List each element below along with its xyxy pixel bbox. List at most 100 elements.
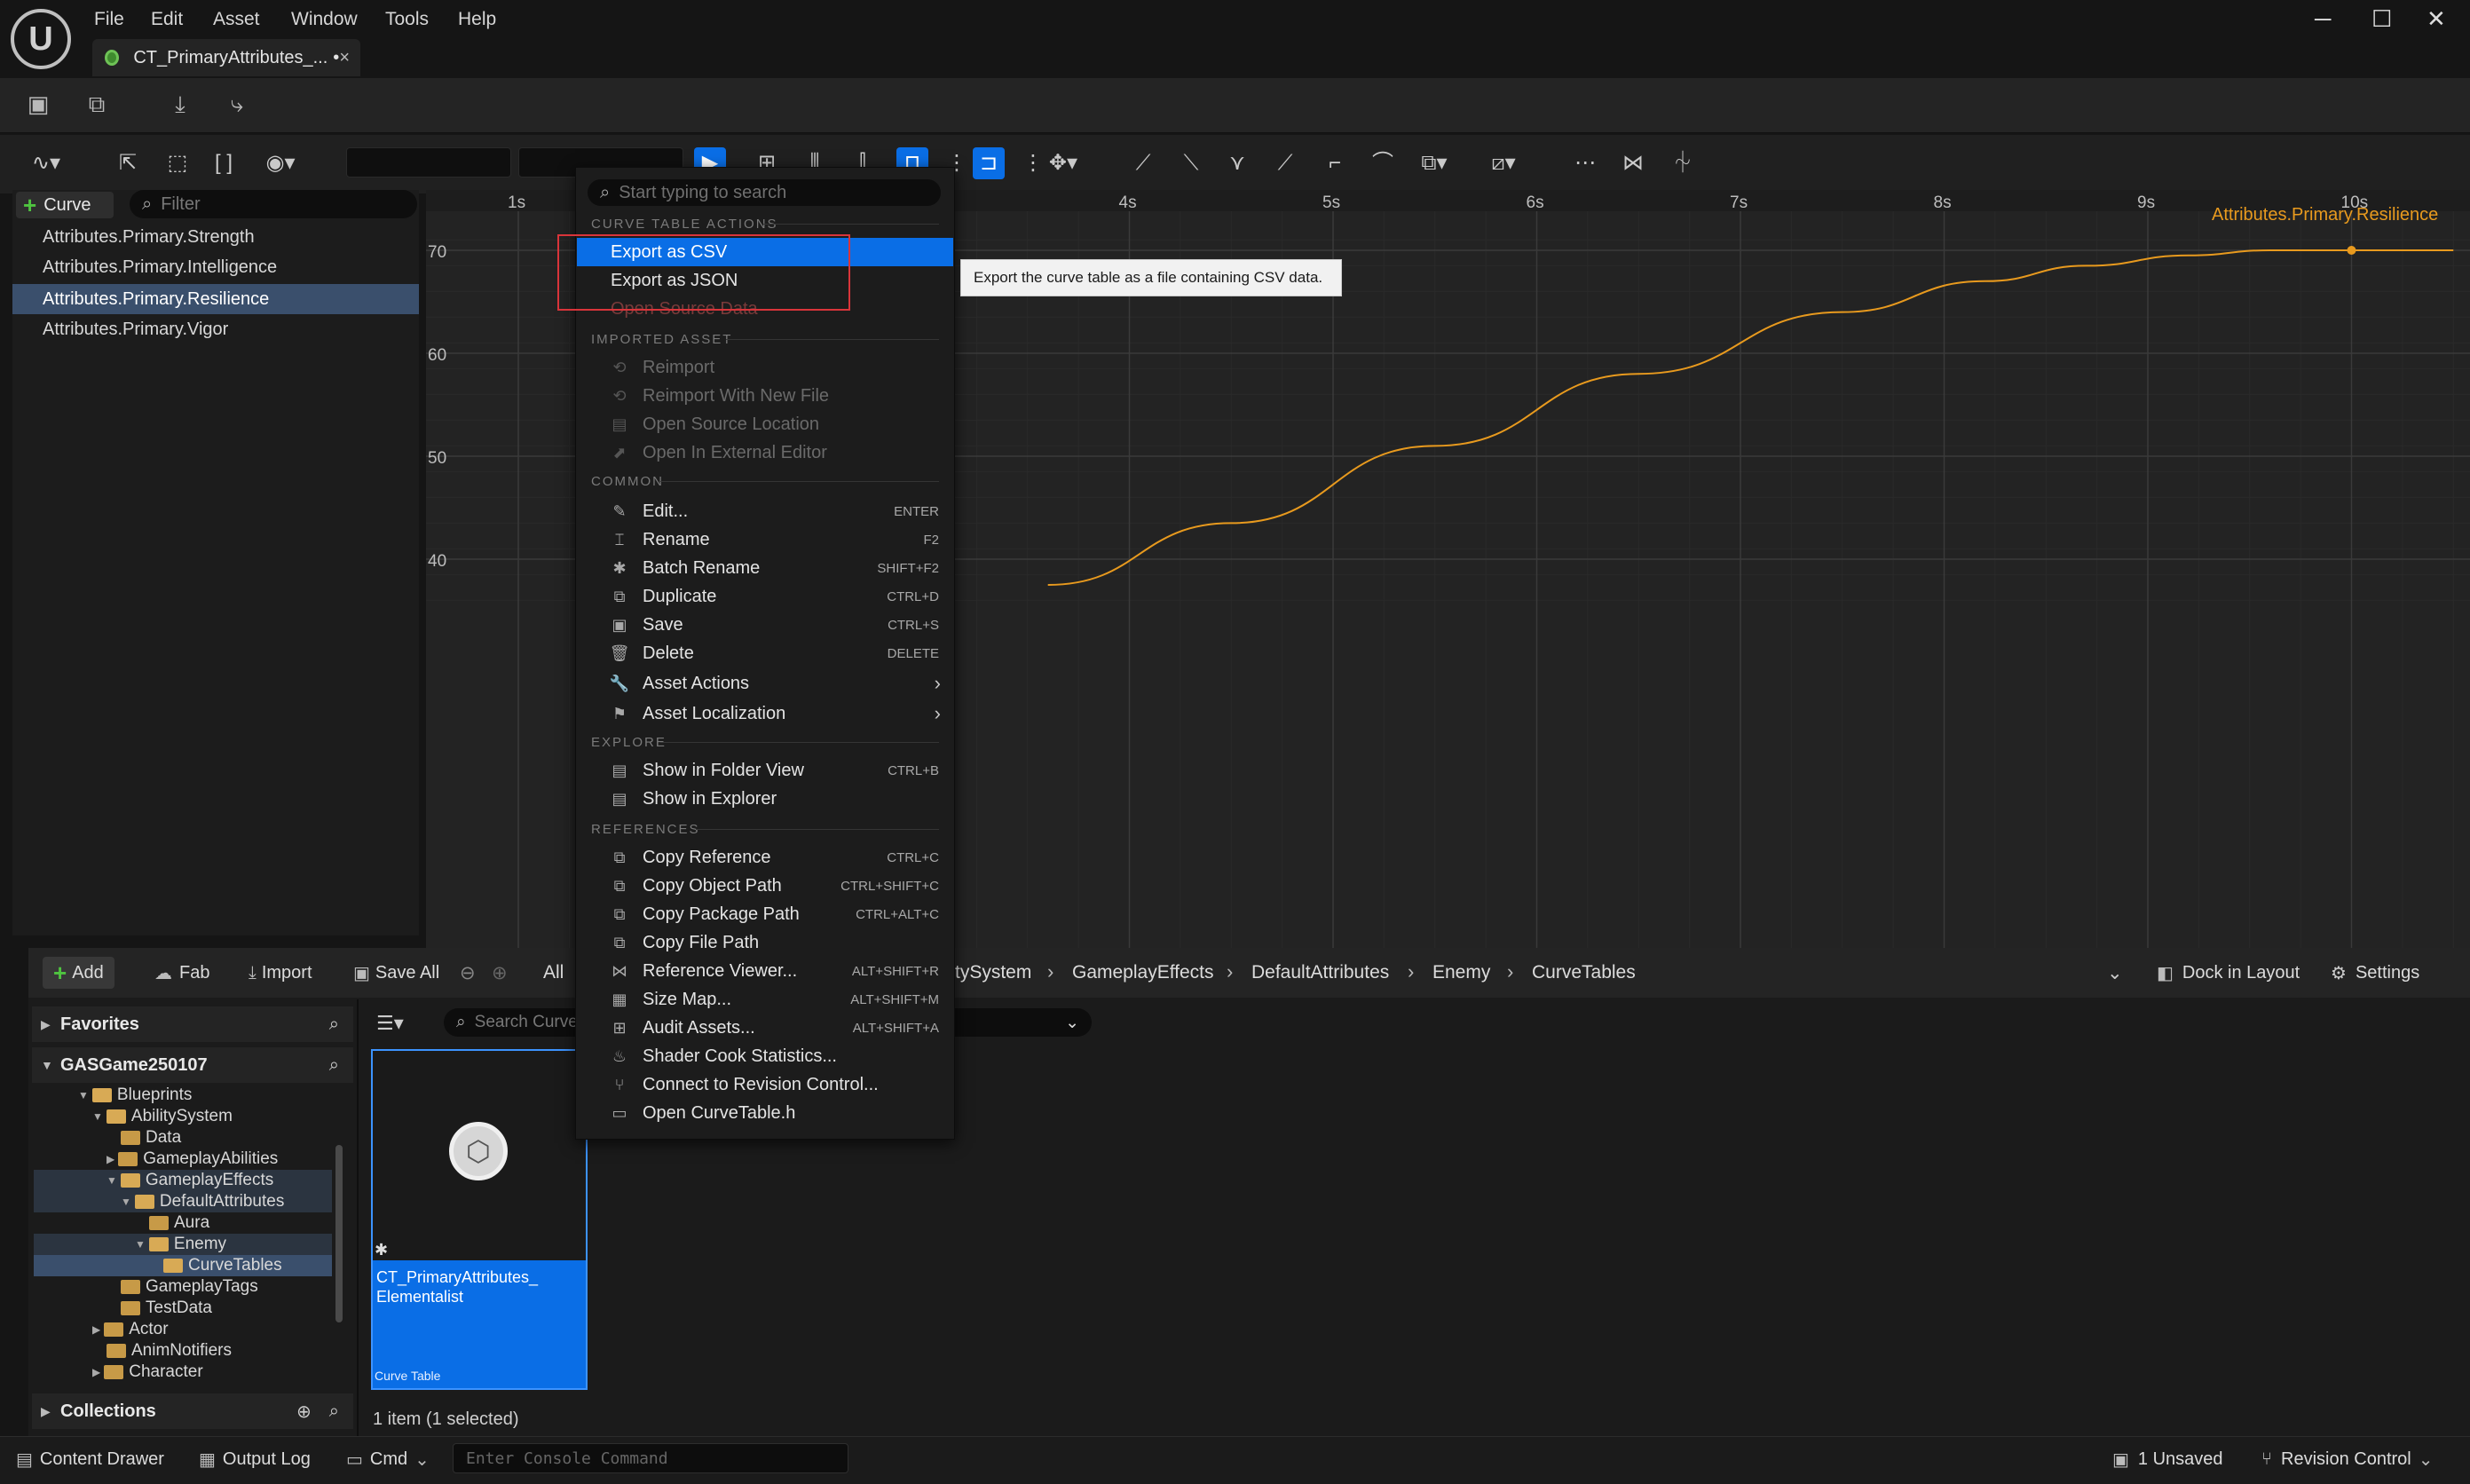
folder-defaultattributes[interactable]: ▼ DefaultAttributes [34, 1191, 332, 1212]
copy-package-path-item[interactable]: ⧉ Copy Package Path CTRL+ALT+C [577, 900, 953, 928]
duplicate-item[interactable]: ⧉ Duplicate CTRL+D [577, 582, 953, 611]
folder-enemy[interactable]: ▼ Enemy [34, 1234, 332, 1255]
settings-button[interactable]: ⚙ Settings [2320, 957, 2430, 989]
select-icon[interactable]: ⇱ [112, 147, 144, 179]
copy-object-path-item[interactable]: ⧉ Copy Object Path CTRL+SHIFT+C [577, 872, 953, 900]
append-icon[interactable]: ⤷ [222, 89, 252, 119]
output-log-button[interactable]: ▦ Output Log [199, 1448, 311, 1471]
batch-rename-item[interactable]: ✱ Batch Rename SHIFT+F2 [577, 554, 953, 582]
tab-close-icon[interactable]: × [339, 48, 350, 68]
tangent-user-icon[interactable]: ⟍ [1175, 147, 1207, 179]
copy-reference-item[interactable]: ⧉ Copy Reference CTRL+C [577, 843, 953, 872]
dock-in-layout-button[interactable]: ◧ Dock in Layout [2146, 957, 2310, 989]
tree-scrollbar[interactable] [335, 1145, 343, 1322]
export-json-item[interactable]: Export as JSON [577, 266, 953, 295]
folder-animnotifiers[interactable]: AnimNotifiers [34, 1340, 332, 1362]
close-window-icon[interactable]: ✕ [2427, 5, 2446, 33]
breadcrumb-item[interactable]: CurveTables [1532, 962, 1636, 983]
delete-item[interactable]: 🗑 Delete DELETE [577, 639, 953, 667]
folder-actor[interactable]: ▶ Actor [34, 1319, 332, 1340]
document-tab[interactable]: CT_PrimaryAttributes_... • × [92, 39, 360, 76]
chevron-down-icon[interactable]: ⌄ [1065, 1013, 1079, 1033]
curve-view-mode-icon[interactable]: ∿▾ [30, 147, 62, 179]
tangent-constant-icon[interactable]: ⌐ [1319, 147, 1351, 179]
key-icon[interactable]: ⏆ [1667, 147, 1699, 179]
save-all-button[interactable]: ▣ Save All [343, 957, 450, 989]
show-in-folder-view-item[interactable]: ▤ Show in Folder View CTRL+B [577, 756, 953, 785]
filter-dropdown-icon[interactable]: ☰▾ [376, 1012, 404, 1035]
save-item[interactable]: ▣ Save CTRL+S [577, 611, 953, 639]
curve-row-selected[interactable]: Attributes.Primary.Resilience [12, 284, 419, 314]
snap-value-icon[interactable]: ⊐ [973, 147, 1005, 179]
folder-testdata[interactable]: TestData [34, 1298, 332, 1319]
search-icon[interactable]: ⌕ [329, 1401, 339, 1422]
tangent-weighted-icon[interactable]: ⌒ [1367, 147, 1399, 179]
breadcrumb-dropdown-icon[interactable]: ⌄ [2107, 962, 2123, 984]
content-drawer-button[interactable]: ▤ Content Drawer [16, 1448, 164, 1471]
folder-blueprints[interactable]: ▼ Blueprints [34, 1085, 332, 1106]
import-button[interactable]: ⤓ Import [238, 957, 323, 989]
asset-actions-item[interactable]: 🔧 Asset Actions › [577, 669, 953, 698]
folder-gameplayabilities[interactable]: ▶ GameplayAbilities [34, 1149, 332, 1170]
edit-item[interactable]: ✎ Edit... ENTER [577, 497, 953, 525]
revision-control-button[interactable]: ⑂ Revision Control ⌄ [2261, 1448, 2434, 1471]
folder-gameplayeffects[interactable]: ▼ GameplayEffects [34, 1170, 332, 1191]
menu-asset[interactable]: Asset [213, 9, 260, 30]
collections-header[interactable]: ▶ Collections ⊕ ⌕ [32, 1393, 353, 1429]
breadcrumb-item[interactable]: DefaultAttributes [1251, 962, 1389, 983]
export-csv-item[interactable]: Export as CSV [577, 238, 953, 266]
unsaved-button[interactable]: ▣ 1 Unsaved [2112, 1448, 2223, 1471]
favorites-header[interactable]: ▶ Favorites ⌕ [32, 1006, 353, 1042]
save-icon[interactable]: ▣ [23, 89, 53, 119]
folder-curvetables[interactable]: CurveTables [34, 1255, 332, 1276]
unreal-logo-icon[interactable]: U [11, 9, 71, 69]
add-button[interactable]: + Add [43, 957, 114, 989]
flatten-icon[interactable]: ⋯ [1569, 147, 1601, 179]
straighten-icon[interactable]: ⋈ [1617, 147, 1649, 179]
menu-edit[interactable]: Edit [151, 9, 183, 30]
maximize-icon[interactable]: ☐ [2371, 5, 2392, 33]
breadcrumb-all[interactable]: All [543, 962, 564, 983]
fab-button[interactable]: ☁ Fab [144, 957, 220, 989]
snap-value-options-icon[interactable]: ⋮ [1017, 147, 1049, 179]
breadcrumb-item[interactable]: tySystem [955, 962, 1031, 983]
history-back-icon[interactable]: ⊖ [460, 962, 476, 984]
frame-all-icon[interactable]: [ ] [208, 147, 240, 179]
breadcrumb-item[interactable]: GameplayEffects [1072, 962, 1214, 983]
curve-filter-icon[interactable]: ⧄▾ [1488, 147, 1519, 179]
open-curvetable-h-item[interactable]: ▭ Open CurveTable.h [577, 1099, 953, 1127]
reference-viewer-item[interactable]: ⋈ Reference Viewer... ALT+SHIFT+R [577, 957, 953, 985]
search-icon[interactable]: ⌕ [329, 1014, 339, 1035]
menu-tools[interactable]: Tools [385, 9, 429, 30]
project-header[interactable]: ▼ GASGame250107 ⌕ [32, 1047, 353, 1083]
asset-localization-item[interactable]: ⚑ Asset Localization › [577, 699, 953, 728]
folder-gameplaytags[interactable]: GameplayTags [34, 1276, 332, 1298]
rename-item[interactable]: ⌶ Rename F2 [577, 525, 953, 554]
breadcrumb-item[interactable]: Enemy [1432, 962, 1490, 983]
curve-row[interactable]: Attributes.Primary.Strength [12, 222, 419, 252]
folder-data[interactable]: Data [34, 1127, 332, 1149]
minimize-icon[interactable]: ─ [2315, 5, 2331, 33]
search-icon[interactable]: ⌕ [329, 1055, 339, 1076]
menu-help[interactable]: Help [458, 9, 496, 30]
filter-icon[interactable]: ⧉▾ [1418, 147, 1450, 179]
folder-aura[interactable]: Aura [34, 1212, 332, 1234]
shader-cook-statistics-item[interactable]: ♨ Shader Cook Statistics... [577, 1042, 953, 1070]
curve-row[interactable]: Attributes.Primary.Vigor [12, 314, 419, 344]
add-collection-icon[interactable]: ⊕ [296, 1401, 312, 1423]
console-input[interactable]: Enter Console Command [453, 1443, 848, 1473]
context-search-input[interactable]: ⌕ Start typing to search [588, 179, 941, 206]
menu-window[interactable]: Window [291, 9, 358, 30]
menu-file[interactable]: File [94, 9, 124, 30]
copy-file-path-item[interactable]: ⧉ Copy File Path [577, 928, 953, 957]
tangent-auto-icon[interactable]: ⟋ [1127, 147, 1159, 179]
size-map-item[interactable]: ▦ Size Map... ALT+SHIFT+M [577, 985, 953, 1014]
time-field[interactable] [346, 147, 511, 178]
cmd-dropdown[interactable]: ▭ Cmd ⌄ [346, 1448, 430, 1471]
tangent-break-icon[interactable]: ⋎ [1221, 147, 1253, 179]
connect-revision-control-item[interactable]: ⑂ Connect to Revision Control... [577, 1070, 953, 1099]
browse-icon[interactable]: ⧉ [82, 89, 112, 119]
axis-snap-icon[interactable]: ✥▾ [1047, 147, 1079, 179]
audit-assets-item[interactable]: ⊞ Audit Assets... ALT+SHIFT+A [577, 1014, 953, 1042]
frame-icon[interactable]: ⬚ [162, 147, 193, 179]
